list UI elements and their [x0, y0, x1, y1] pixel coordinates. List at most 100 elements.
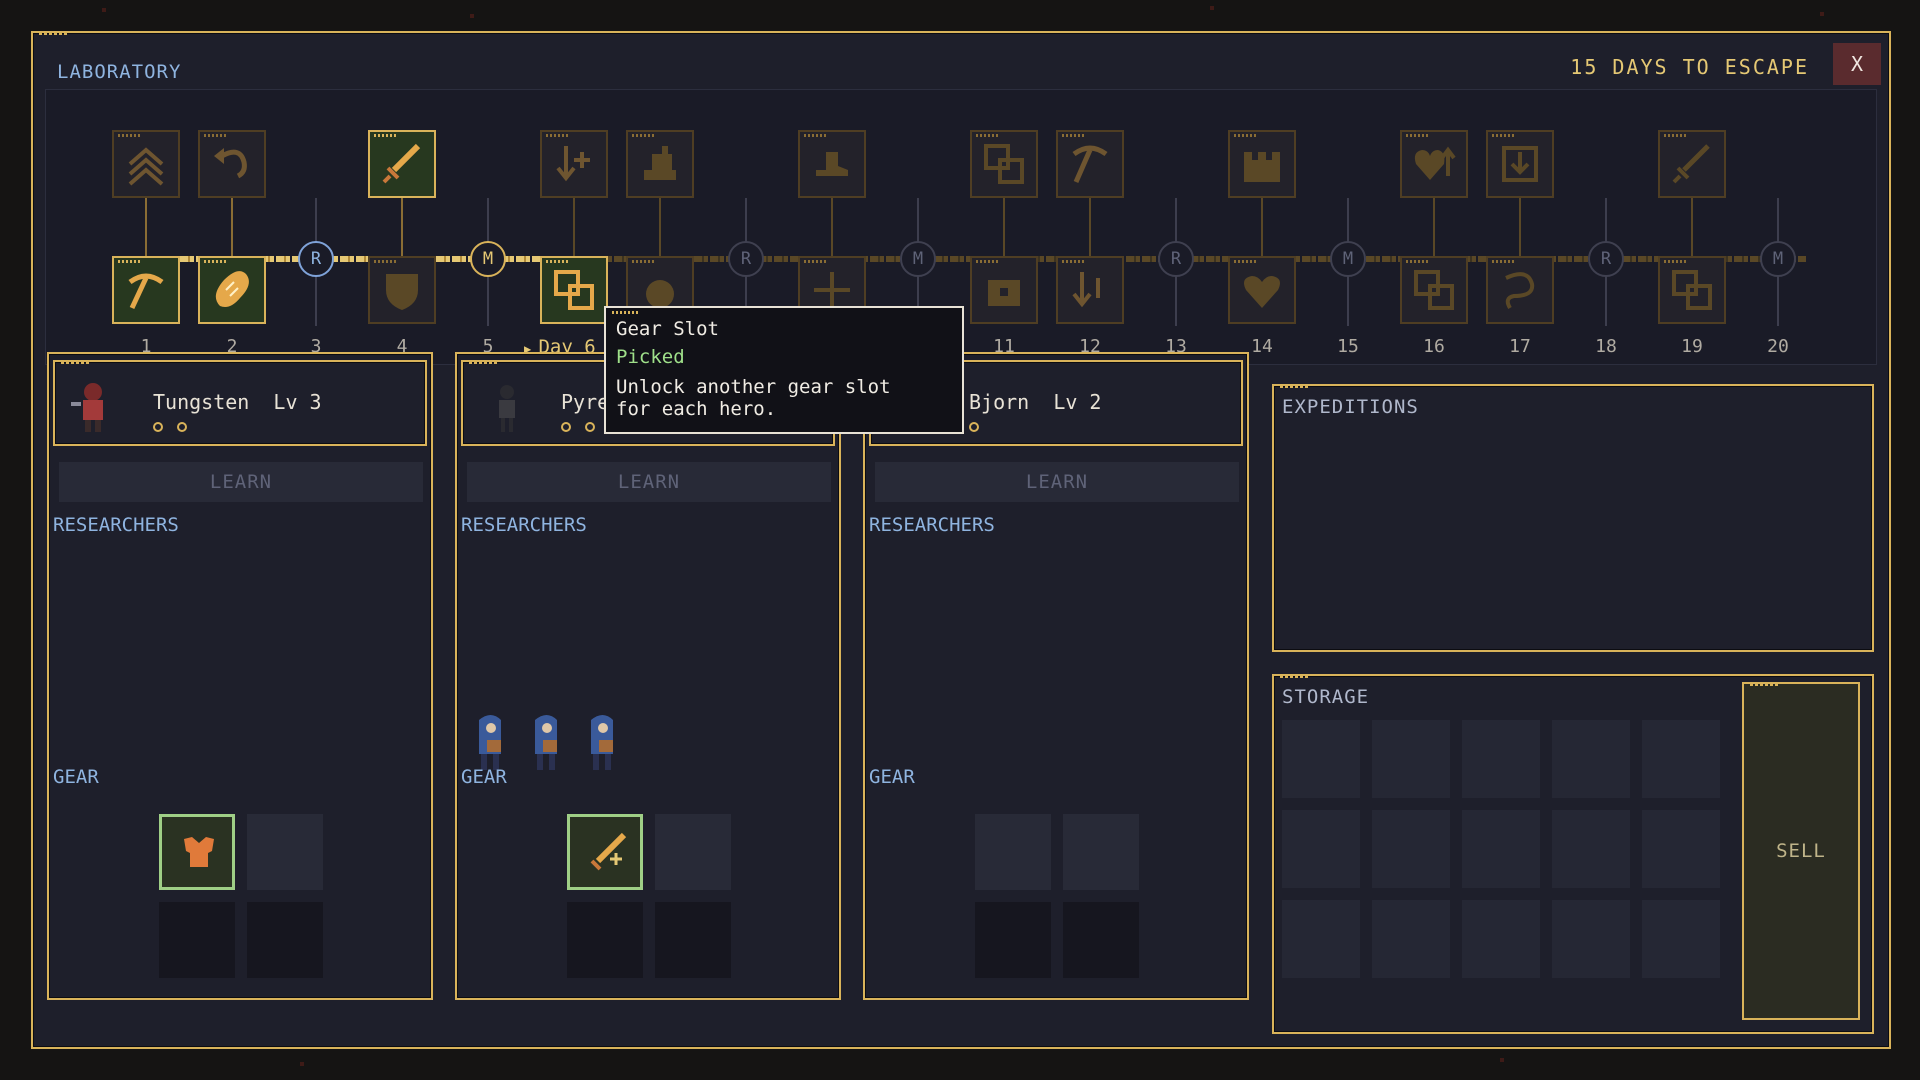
researcher-icon[interactable] — [581, 710, 625, 780]
gear-label: GEAR — [869, 766, 915, 788]
storage-slot[interactable] — [1642, 720, 1720, 798]
milestone-day3[interactable]: R — [298, 241, 334, 277]
hero-panel-pyre: Pyre LEARN RESEARCHERS GEAR — [455, 352, 841, 1000]
storage-slot[interactable] — [1552, 720, 1630, 798]
research-node-day12-bottom[interactable] — [1056, 256, 1124, 324]
storage-slot[interactable] — [1462, 810, 1540, 888]
boot-icon — [816, 152, 848, 176]
sword-icon — [1672, 144, 1710, 184]
gear-slot-4[interactable] — [247, 902, 323, 978]
day-number: 19 — [1681, 336, 1703, 357]
storage-slot[interactable] — [1462, 720, 1540, 798]
gear-label: GEAR — [53, 766, 99, 788]
storage-slot[interactable] — [1372, 900, 1450, 978]
milestone-day7[interactable]: R — [728, 241, 764, 277]
storage-slot[interactable] — [1642, 810, 1720, 888]
research-node-day2-bottom[interactable] — [198, 256, 266, 324]
researchers-label: RESEARCHERS — [869, 514, 995, 536]
gear-slot-2[interactable] — [247, 814, 323, 890]
gear-slot-icon — [1672, 270, 1712, 310]
sell-button[interactable]: SELL — [1742, 682, 1860, 1020]
milestone-day9[interactable]: M — [900, 241, 936, 277]
tooltip: Gear Slot Picked Unlock another gear slo… — [604, 306, 964, 434]
researchers-label: RESEARCHERS — [53, 514, 179, 536]
gear-slot-3[interactable] — [975, 902, 1051, 978]
storage-slot[interactable] — [1282, 900, 1360, 978]
milestone-day13[interactable]: R — [1158, 241, 1194, 277]
learn-button[interactable]: LEARN — [875, 462, 1239, 502]
hero-portrait-icon — [499, 385, 515, 432]
gear-slot-4[interactable] — [1063, 902, 1139, 978]
research-node-day11-bottom[interactable] — [970, 256, 1038, 324]
research-node-day1-top[interactable] — [112, 130, 180, 198]
research-node-day16-top[interactable] — [1400, 130, 1468, 198]
chevrons-up-icon — [128, 147, 164, 186]
storage-slot[interactable] — [1282, 720, 1360, 798]
heart-up-icon — [1414, 146, 1456, 180]
hero-portrait-icon — [71, 383, 103, 432]
storage-slot[interactable] — [1372, 720, 1450, 798]
gear-slot-3[interactable] — [567, 902, 643, 978]
storage-title: STORAGE — [1282, 686, 1370, 708]
research-node-day6-top-b[interactable] — [626, 130, 694, 198]
gear-slot-1[interactable] — [975, 814, 1051, 890]
research-node-day2-top[interactable] — [198, 130, 266, 198]
researcher-icon[interactable] — [525, 710, 569, 780]
storage-slot[interactable] — [1552, 900, 1630, 978]
hero-name: Bjorn Lv 2 — [969, 390, 1102, 414]
tooltip-status: Picked — [616, 346, 685, 368]
rope-icon — [1505, 272, 1535, 310]
gear-label: GEAR — [461, 766, 507, 788]
research-node-day4-bottom[interactable] — [368, 256, 436, 324]
milestone-day5[interactable]: M — [470, 241, 506, 277]
gear-slot-icon — [554, 270, 594, 310]
research-node-day11-top[interactable] — [970, 130, 1038, 198]
gear-slot-2[interactable] — [1063, 814, 1139, 890]
learn-button[interactable]: LEARN — [467, 462, 831, 502]
research-node-day4-top[interactable] — [368, 130, 436, 198]
hero-name: Tungsten Lv 3 — [153, 390, 322, 414]
gear-slot-2[interactable] — [655, 814, 731, 890]
learn-button[interactable]: LEARN — [59, 462, 423, 502]
shield-down-icon — [1502, 146, 1538, 182]
gear-slot-3[interactable] — [159, 902, 235, 978]
research-node-day19-bottom[interactable] — [1658, 256, 1726, 324]
storage-slot[interactable] — [1642, 900, 1720, 978]
research-node-day6-top-a[interactable] — [540, 130, 608, 198]
milestone-day18[interactable]: R — [1588, 241, 1624, 277]
sword-icon — [590, 832, 627, 871]
days-to-escape: 15 DAYS TO ESCAPE — [1570, 55, 1809, 79]
milestone-day15[interactable]: M — [1330, 241, 1366, 277]
research-node-day6-bottom-selected[interactable] — [540, 256, 608, 324]
research-node-day12-top[interactable] — [1056, 130, 1124, 198]
research-node-day1-bottom[interactable] — [112, 256, 180, 324]
gear-slot-icon — [1414, 270, 1454, 310]
sell-label: SELL — [1776, 840, 1826, 862]
research-node-day16-bottom[interactable] — [1400, 256, 1468, 324]
hero-skill-dots — [969, 422, 979, 432]
pickaxe-icon — [128, 273, 164, 310]
hero-name: Pyre — [561, 390, 610, 414]
pickaxe-icon — [1072, 145, 1108, 184]
storage-slot[interactable] — [1552, 810, 1630, 888]
research-node-day8-top[interactable] — [798, 130, 866, 198]
research-node-day14-bottom[interactable] — [1228, 256, 1296, 324]
research-node-day14-top[interactable] — [1228, 130, 1296, 198]
gear-slot-1[interactable] — [159, 814, 235, 890]
storage-slot[interactable] — [1462, 900, 1540, 978]
gear-slot-1[interactable] — [567, 814, 643, 890]
day-number: 20 — [1767, 336, 1789, 357]
research-node-day17-bottom[interactable] — [1486, 256, 1554, 324]
milestone-day20[interactable]: M — [1760, 241, 1796, 277]
research-node-day19-top[interactable] — [1658, 130, 1726, 198]
close-button[interactable]: X — [1833, 43, 1881, 85]
hero-skill-dots — [153, 422, 187, 432]
storage-slot[interactable] — [1372, 810, 1450, 888]
research-node-day17-top[interactable] — [1486, 130, 1554, 198]
hero-card[interactable]: Tungsten Lv 3 — [53, 360, 427, 446]
tooltip-title: Gear Slot — [616, 318, 719, 340]
storage-slot[interactable] — [1282, 810, 1360, 888]
gear-slot-icon — [984, 144, 1024, 184]
chest-armor-icon — [184, 837, 214, 867]
gear-slot-4[interactable] — [655, 902, 731, 978]
